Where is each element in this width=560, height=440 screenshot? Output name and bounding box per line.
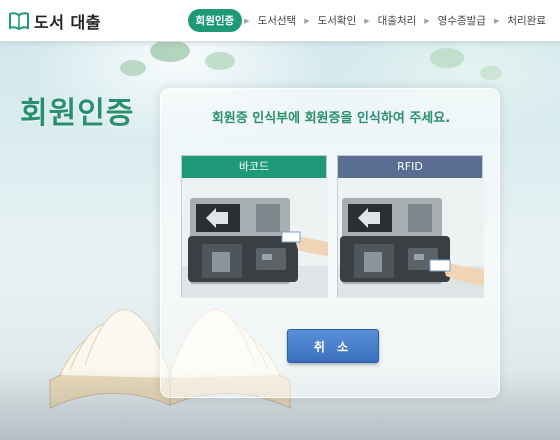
barcode-option-card: 바코드 — [181, 155, 328, 298]
leaf-decoration — [480, 66, 502, 80]
step-loan-process: 대출처리 — [377, 15, 417, 27]
step-arrow-icon: ▶ — [304, 16, 310, 25]
rfid-option-card: RFID — [337, 155, 484, 298]
leaf-decoration — [430, 48, 464, 68]
leaf-decoration — [205, 52, 235, 70]
step-receipt: 영수증발급 — [437, 15, 486, 27]
rfid-label: RFID — [338, 156, 482, 178]
rfid-reader-illustration — [338, 178, 484, 298]
book-icon — [9, 11, 29, 30]
page-title: 회원인증 — [20, 96, 135, 131]
step-complete: 처리완료 — [507, 15, 546, 27]
step-arrow-icon: ▶ — [424, 16, 430, 25]
step-arrow-icon: ▶ — [364, 16, 370, 25]
barcode-label: 바코드 — [182, 156, 326, 178]
leaf-decoration — [150, 40, 190, 62]
app-title: 도서 대출 — [34, 12, 101, 32]
step-arrow-icon: ▶ — [493, 16, 500, 25]
barcode-scanner-illustration — [182, 178, 328, 298]
step-member-auth: 회원인증 — [187, 9, 243, 32]
step-book-select: 도서선택 — [257, 15, 297, 27]
cancel-button[interactable]: 취 소 — [287, 329, 379, 363]
instruction-text: 회원증 인식부에 회원증을 인식하여 주세요. — [211, 111, 451, 126]
header-bar: 도서 대출 회원인증 ▶ 도서선택 ▶ 도서확인 ▶ 대출처리 ▶ 영수증발급 … — [0, 0, 560, 42]
leaf-decoration — [120, 60, 146, 76]
app-logo: 도서 대출 — [8, 9, 101, 33]
step-indicator: 회원인증 ▶ 도서선택 ▶ 도서확인 ▶ 대출처리 ▶ 영수증발급 ▶ 처리완료 — [187, 9, 552, 32]
step-arrow-icon: ▶ — [244, 16, 250, 25]
auth-panel: 회원증 인식부에 회원증을 인식하여 주세요. 바코드 RFID 취 소 — [160, 88, 500, 398]
step-book-confirm: 도서확인 — [317, 15, 357, 27]
